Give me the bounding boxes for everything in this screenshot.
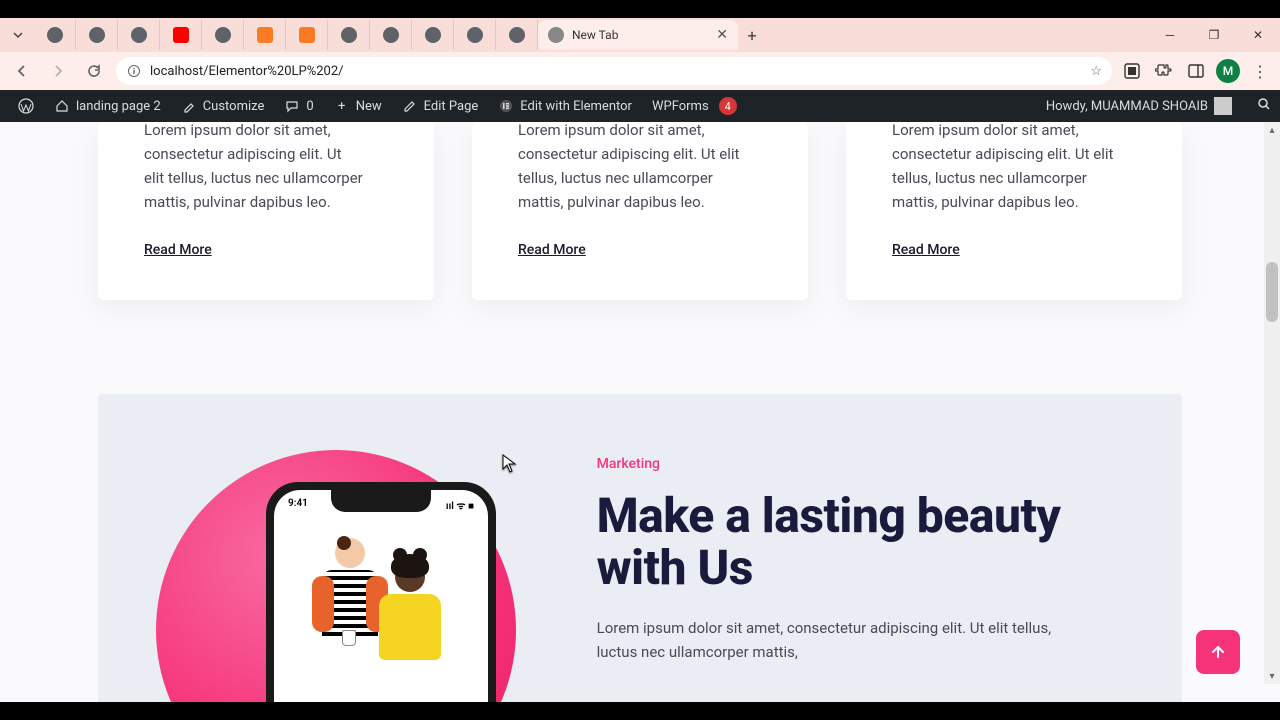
url-input[interactable]: localhost/Elementor%20LP%202/ ☆ (116, 57, 1112, 85)
url-text: localhost/Elementor%20LP%202/ (150, 64, 344, 79)
marketing-section: 9:41 ııl ᯤ ■ (98, 394, 1182, 702)
globe-icon (467, 27, 483, 43)
user-avatar-icon (1214, 97, 1232, 115)
minimize-button[interactable]: ─ (1148, 18, 1192, 52)
pinned-tab[interactable] (454, 20, 496, 50)
arrow-up-icon (1209, 643, 1227, 661)
wordpress-icon (18, 98, 34, 114)
globe-icon (89, 27, 105, 43)
globe-icon (131, 27, 147, 43)
phone-mockup: 9:41 ııl ᯤ ■ (266, 482, 496, 702)
section-title: Make a lasting beauty with Us (597, 490, 1126, 594)
card-text: Lorem ipsum dolor sit amet, consectetur … (144, 122, 388, 214)
phone-time: 9:41 (288, 498, 308, 512)
globe-icon (425, 27, 441, 43)
browser-tab-strip: New Tab ✕ + ─ ❐ ✕ (0, 18, 1280, 52)
forward-button[interactable] (44, 57, 72, 85)
site-info-icon[interactable] (126, 63, 142, 79)
pinned-tab[interactable] (370, 20, 412, 50)
comment-icon (284, 98, 300, 114)
phone-status-icons: ııl ᯤ ■ (446, 498, 474, 512)
card-text: Lorem ipsum dolor sit amet, consectetur … (892, 122, 1136, 214)
profile-avatar[interactable]: M (1216, 59, 1240, 83)
active-tab[interactable]: New Tab ✕ (538, 20, 738, 50)
globe-icon (383, 27, 399, 43)
tab-search-dropdown[interactable] (6, 23, 30, 47)
card-text: Lorem ipsum dolor sit amet, consectetur … (518, 122, 762, 214)
globe-icon (341, 27, 357, 43)
feature-card: Lorem ipsum dolor sit amet, consectetur … (98, 122, 434, 300)
wp-new[interactable]: + New (324, 90, 392, 122)
new-tab-button[interactable]: + (738, 21, 766, 49)
wp-site-name[interactable]: landing page 2 (44, 90, 171, 122)
brush-icon (181, 98, 197, 114)
reload-button[interactable] (80, 57, 108, 85)
wp-edit-elementor[interactable]: Edit with Elementor (488, 90, 642, 122)
wp-howdy[interactable]: Howdy, MUAMMAD SHOAIB (1036, 90, 1242, 122)
globe-icon (548, 27, 564, 43)
wp-logo[interactable] (8, 90, 44, 122)
page-content: Lorem ipsum dolor sit amet, consectetur … (0, 122, 1280, 702)
close-window-button[interactable]: ✕ (1236, 18, 1280, 52)
xampp-icon (257, 27, 273, 43)
globe-icon (509, 27, 525, 43)
feature-cards-row: Lorem ipsum dolor sit amet, consectetur … (0, 122, 1280, 300)
pinned-tab[interactable] (76, 20, 118, 50)
marketing-illustration: 9:41 ııl ᯤ ■ (98, 394, 597, 702)
phone-notch (331, 490, 431, 512)
feature-card: Lorem ipsum dolor sit amet, consectetur … (846, 122, 1182, 300)
address-bar: localhost/Elementor%20LP%202/ ☆ M ⋮ (0, 52, 1280, 90)
section-tag: Marketing (597, 456, 1126, 472)
pinned-tab[interactable] (412, 20, 454, 50)
wp-comments[interactable]: 0 (274, 90, 323, 122)
wp-edit-page[interactable]: Edit Page (392, 90, 489, 122)
pinned-tab[interactable] (286, 20, 328, 50)
bookmark-star-icon[interactable]: ☆ (1090, 64, 1102, 79)
pinned-tab[interactable] (160, 20, 202, 50)
section-description: Lorem ipsum dolor sit amet, consectetur … (597, 616, 1057, 664)
wpforms-badge: 4 (719, 97, 737, 115)
read-more-link[interactable]: Read More (892, 242, 960, 258)
wp-search-icon[interactable] (1256, 96, 1272, 116)
read-more-link[interactable]: Read More (518, 242, 586, 258)
youtube-icon (173, 27, 189, 43)
back-button[interactable] (8, 57, 36, 85)
pinned-tab[interactable] (328, 20, 370, 50)
close-tab-button[interactable]: ✕ (716, 27, 728, 43)
pinned-tab[interactable] (118, 20, 160, 50)
wp-wpforms[interactable]: WPForms 4 (642, 90, 747, 122)
extensions-puzzle-icon[interactable] (1152, 59, 1176, 83)
scroll-down-arrow-icon[interactable]: ▾ (1264, 668, 1280, 684)
vertical-scrollbar[interactable]: ▴ ▾ (1264, 122, 1280, 684)
xampp-icon (299, 27, 315, 43)
wp-customize[interactable]: Customize (171, 90, 275, 122)
feature-card: Lorem ipsum dolor sit amet, consectetur … (472, 122, 808, 300)
pinned-tab[interactable] (244, 20, 286, 50)
browser-menu-icon[interactable]: ⋮ (1248, 59, 1272, 83)
pinned-tab[interactable] (202, 20, 244, 50)
side-panel-icon[interactable] (1184, 59, 1208, 83)
read-more-link[interactable]: Read More (144, 242, 212, 258)
home-icon (54, 98, 70, 114)
scroll-up-arrow-icon[interactable]: ▴ (1264, 122, 1280, 138)
globe-icon (215, 27, 231, 43)
pencil-icon (402, 98, 418, 114)
extension-icon[interactable] (1120, 59, 1144, 83)
scroll-thumb[interactable] (1266, 262, 1278, 322)
elementor-icon (498, 98, 514, 114)
pinned-tab[interactable] (496, 20, 538, 50)
maximize-button[interactable]: ❐ (1192, 18, 1236, 52)
scroll-to-top-button[interactable] (1196, 630, 1240, 674)
pinned-tab[interactable] (34, 20, 76, 50)
globe-icon (47, 27, 63, 43)
plus-icon: + (334, 98, 350, 114)
tab-title: New Tab (572, 28, 618, 42)
wp-admin-bar: landing page 2 Customize 0 + New Edit Pa… (0, 90, 1280, 122)
illustration-person-2 (370, 562, 450, 682)
